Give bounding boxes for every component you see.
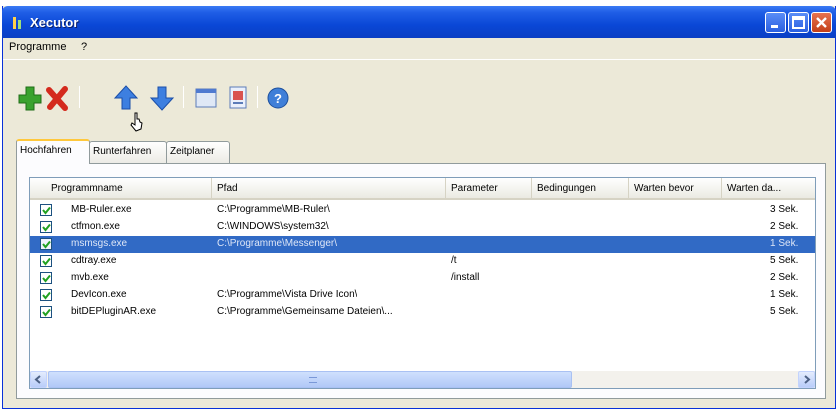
row-checkbox[interactable]: [40, 306, 52, 318]
cell-path: C:\Programme\Vista Drive Icon\: [217, 289, 358, 300]
menu-help[interactable]: ?: [81, 41, 87, 53]
list-row-selected[interactable]: msmsgs.exe C:\Programme\Messenger\ 1 Sek…: [30, 236, 815, 253]
cell-name: ctfmon.exe: [71, 221, 120, 232]
checkmark-icon: [42, 308, 51, 317]
title-bar[interactable]: Xecutor: [2, 6, 836, 38]
edit-icon: [229, 86, 247, 109]
list-row[interactable]: cdtray.exe /t 5 Sek.: [30, 253, 815, 270]
close-button[interactable]: [811, 12, 832, 33]
checkmark-icon: [42, 257, 51, 266]
column-header-bedingungen[interactable]: Bedingungen: [532, 178, 629, 200]
scrollbar-grip: [309, 377, 317, 383]
maximize-button[interactable]: [788, 12, 809, 33]
menu-bar: Programme ?: [3, 38, 835, 58]
row-checkbox[interactable]: [40, 289, 52, 301]
column-header-programmname[interactable]: Programmname: [30, 178, 212, 200]
cell-wait-after: 1 Sek.: [770, 289, 799, 300]
row-checkbox[interactable]: [40, 272, 52, 284]
cell-path: C:\Programme\Gemeinsame Dateien\...: [217, 306, 393, 317]
move-up-icon: [113, 85, 139, 110]
list-header: Programmname Pfad Parameter Bedingungen …: [30, 178, 815, 200]
row-checkbox[interactable]: [40, 238, 52, 250]
move-up-button[interactable]: [113, 84, 139, 112]
cell-param: /install: [451, 272, 480, 283]
menu-programme[interactable]: Programme: [9, 41, 66, 53]
window-icon: [195, 88, 217, 108]
column-header-pfad[interactable]: Pfad: [212, 178, 446, 200]
tab-runterfahren[interactable]: Runterfahren: [89, 141, 167, 163]
toolbar-separator: [257, 86, 258, 108]
svg-text:?: ?: [274, 91, 282, 106]
list-row[interactable]: DevIcon.exe C:\Programme\Vista Drive Ico…: [30, 287, 815, 304]
tab-hochfahren[interactable]: Hochfahren: [16, 139, 90, 164]
cell-path: C:\Programme\Messenger\: [217, 238, 338, 249]
app-window: Xecutor Programme ? ? Hochfahren Runterf…: [2, 6, 836, 409]
checkmark-icon: [42, 223, 51, 232]
row-checkbox[interactable]: [40, 221, 52, 233]
cell-path: C:\Programme\MB-Ruler\: [217, 204, 330, 215]
row-checkbox[interactable]: [40, 255, 52, 267]
cell-wait-after: 2 Sek.: [770, 221, 799, 232]
delete-icon: [46, 86, 68, 111]
cell-name: mvb.exe: [71, 272, 109, 283]
delete-button[interactable]: [45, 84, 71, 112]
toolbar-separator: [79, 86, 80, 108]
cell-wait-after: 1 Sek.: [770, 238, 799, 249]
maximize-icon: [792, 16, 805, 29]
list-row[interactable]: ctfmon.exe C:\WINDOWS\system32\ 2 Sek.: [30, 219, 815, 236]
chevron-left-icon: [34, 375, 41, 384]
horizontal-scrollbar[interactable]: [30, 371, 815, 388]
cell-name: bitDEPluginAR.exe: [71, 306, 157, 317]
cell-param: /t: [451, 255, 457, 266]
cell-name: MB-Ruler.exe: [71, 204, 132, 215]
column-header-warten-bevor[interactable]: Warten bevor: [629, 178, 722, 200]
checkmark-icon: [42, 206, 51, 215]
chevron-right-icon: [804, 375, 811, 384]
app-icon: [13, 17, 21, 29]
window-title: Xecutor: [30, 15, 79, 30]
minimize-button[interactable]: [765, 12, 786, 33]
toolbar-separator: [183, 86, 184, 108]
tab-panel: Programmname Pfad Parameter Bedingungen …: [16, 163, 826, 399]
list-row[interactable]: MB-Ruler.exe C:\Programme\MB-Ruler\ 3 Se…: [30, 202, 815, 219]
minimize-icon: [771, 25, 778, 28]
cell-name: msmsgs.exe: [71, 238, 128, 249]
move-down-icon: [149, 86, 175, 111]
cell-path: C:\WINDOWS\system32\: [217, 221, 329, 232]
program-list[interactable]: Programmname Pfad Parameter Bedingungen …: [29, 177, 816, 389]
help-button[interactable]: ?: [265, 84, 291, 112]
window-button[interactable]: [193, 84, 219, 112]
tab-zeitplaner[interactable]: Zeitplaner: [166, 141, 230, 163]
cell-wait-after: 3 Sek.: [770, 204, 799, 215]
scroll-right-button[interactable]: [798, 371, 815, 388]
edit-button[interactable]: [225, 84, 251, 112]
cell-wait-after: 5 Sek.: [770, 255, 799, 266]
list-row[interactable]: bitDEPluginAR.exe C:\Programme\Gemeinsam…: [30, 304, 815, 321]
scroll-left-button[interactable]: [30, 371, 47, 388]
mouse-cursor-icon: [130, 112, 143, 132]
checkmark-icon: [42, 274, 51, 283]
column-header-warten-danach[interactable]: Warten da...: [722, 178, 815, 200]
add-icon: [18, 86, 42, 111]
list-row[interactable]: mvb.exe /install 2 Sek.: [30, 270, 815, 287]
checkmark-icon: [42, 240, 51, 249]
cell-wait-after: 2 Sek.: [770, 272, 799, 283]
cell-name: cdtray.exe: [71, 255, 117, 266]
add-button[interactable]: [17, 84, 43, 112]
help-icon: ?: [267, 87, 289, 109]
cell-wait-after: 5 Sek.: [770, 306, 799, 317]
move-down-button[interactable]: [149, 84, 175, 112]
close-icon: [816, 17, 827, 28]
toolbar: ?: [3, 59, 835, 133]
row-checkbox[interactable]: [40, 204, 52, 216]
scrollbar-thumb[interactable]: [48, 371, 572, 388]
checkmark-icon: [42, 291, 51, 300]
cell-name: DevIcon.exe: [71, 289, 127, 300]
column-header-parameter[interactable]: Parameter: [446, 178, 532, 200]
